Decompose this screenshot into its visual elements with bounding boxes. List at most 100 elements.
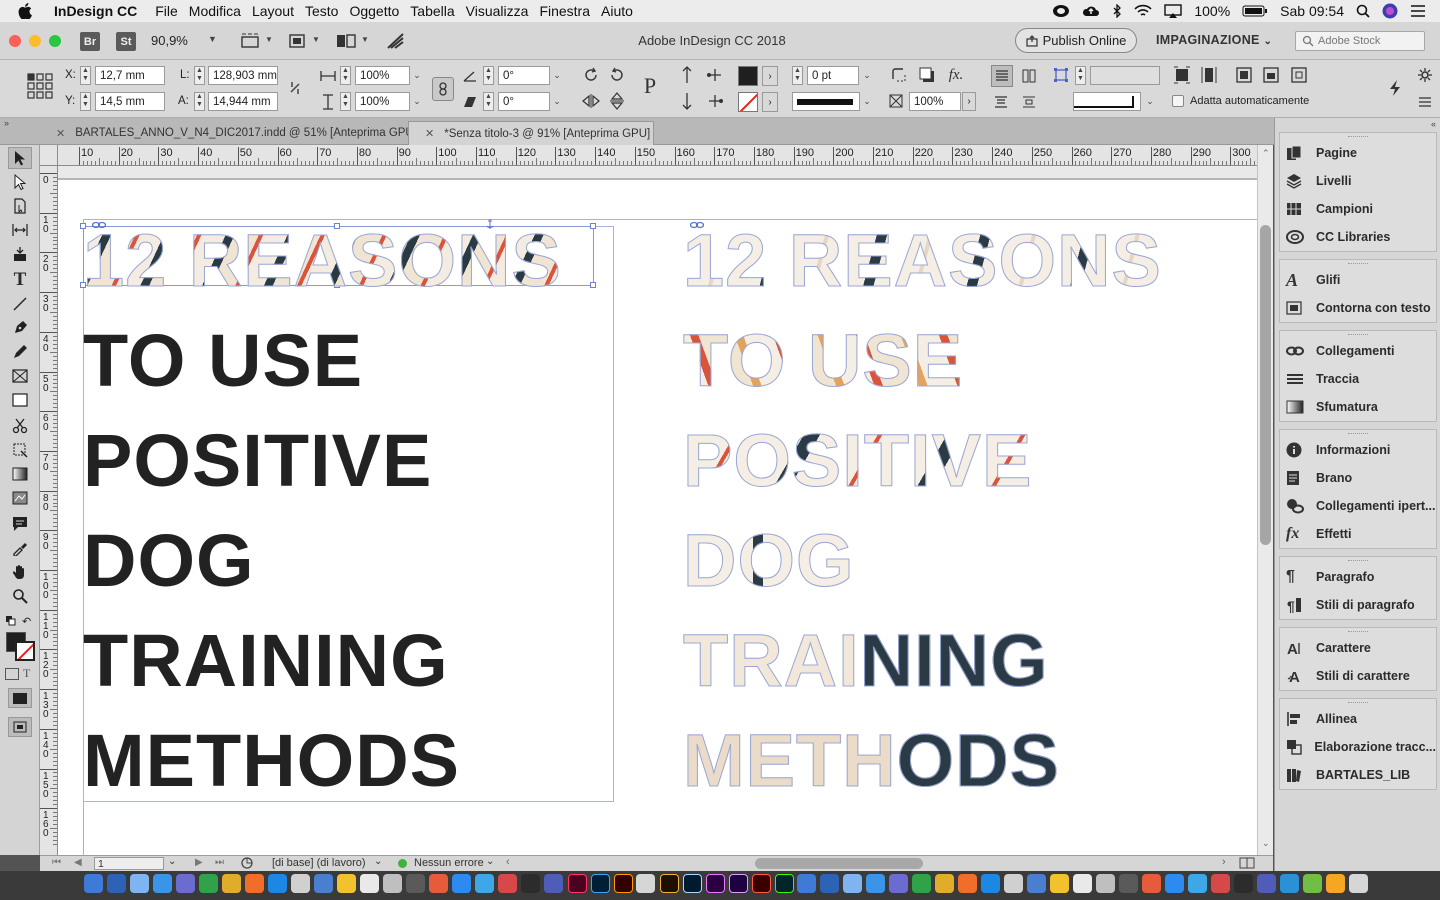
flip-vertical-icon[interactable] (607, 91, 627, 111)
heading-line-3[interactable]: POSITIVE (83, 424, 432, 498)
dock-app-icon[interactable] (1303, 874, 1322, 893)
dock-app-icon[interactable] (912, 874, 931, 893)
dock-app-icon[interactable] (1119, 874, 1138, 893)
quick-apply-icon[interactable] (1385, 78, 1405, 98)
vertical-scrollbar[interactable]: ⌃ ⌄ (1257, 145, 1273, 855)
fitting-field[interactable] (1090, 66, 1160, 85)
panel-item-allinea[interactable]: Allinea (1280, 705, 1436, 733)
frame-fitting-icon[interactable] (1051, 65, 1071, 85)
dock-app-icon[interactable] (452, 874, 471, 893)
document-canvas[interactable]: 12 REASONS TO USE POSITIVE DOG TRAINING … (58, 166, 1257, 855)
x-field[interactable]: 12,7 mm (95, 66, 165, 85)
apply-color-button[interactable] (8, 688, 32, 708)
panel-item-stili-di-carattere[interactable]: A Stili di carattere (1280, 662, 1436, 690)
dock-app-icon[interactable] (1211, 874, 1230, 893)
drop-shadow-icon[interactable] (917, 65, 937, 85)
collapse-toolbox-icon[interactable]: » (4, 118, 9, 128)
creative-cloud-icon[interactable] (1052, 4, 1070, 18)
outline-line-3[interactable]: POSITIVE (682, 423, 1032, 498)
vertical-justify-icon[interactable] (991, 92, 1011, 112)
width-stepper[interactable]: ▲ ▼ (194, 66, 205, 85)
close-tab-icon[interactable]: ✕ (425, 127, 434, 140)
width-field[interactable]: 128,903 mm (208, 66, 278, 85)
stroke-type-dropdown-icon[interactable]: ⌄ (860, 92, 874, 111)
gap-tool-icon[interactable] (8, 219, 32, 241)
heading-line-4[interactable]: DOG (83, 524, 255, 598)
zoom-tool-icon[interactable] (8, 585, 32, 607)
fit-proportionally-icon[interactable] (1234, 65, 1254, 85)
bridge-dock-icon[interactable] (660, 874, 679, 893)
opacity-field[interactable]: 100% (909, 92, 961, 111)
scroll-right-icon[interactable]: › (1222, 856, 1226, 868)
master-dropdown-icon[interactable]: ⌄ (374, 856, 382, 867)
bluetooth-icon[interactable] (1112, 4, 1122, 18)
gradient-feather-tool-icon[interactable] (8, 487, 32, 509)
menu-app-name[interactable]: InDesign CC (54, 3, 137, 19)
clock[interactable]: Sab 09:54 (1280, 3, 1344, 19)
autofit-checkbox[interactable] (1172, 95, 1184, 107)
dock-app-icon[interactable] (498, 874, 517, 893)
panel-item-brano[interactable]: Brano (1280, 464, 1436, 492)
dock-app-icon[interactable] (245, 874, 264, 893)
rectangle-tool-icon[interactable] (8, 389, 32, 411)
constrain-scale-button[interactable] (432, 77, 454, 101)
dock-app-icon[interactable] (314, 874, 333, 893)
close-tab-icon[interactable]: ✕ (56, 127, 65, 140)
reference-point-icon[interactable] (26, 72, 54, 100)
dock-app-icon[interactable] (820, 874, 839, 893)
pen-tool-icon[interactable] (8, 317, 32, 339)
menu-modifica[interactable]: Modifica (189, 3, 241, 19)
adobe-stock-search[interactable]: Adobe Stock (1295, 31, 1425, 51)
note-tool-icon[interactable] (8, 513, 32, 535)
dock-app-icon[interactable] (797, 874, 816, 893)
stroke-weight-field[interactable]: 0 pt (807, 66, 859, 85)
dock-app-icon[interactable] (1050, 874, 1069, 893)
notification-center-icon[interactable] (1410, 5, 1426, 17)
dock-app-icon[interactable] (521, 874, 540, 893)
panel-item-bartales-lib[interactable]: BARTALES_LIB (1280, 761, 1436, 789)
align-left-button[interactable] (991, 65, 1013, 87)
indesign-dock-icon[interactable] (568, 874, 587, 893)
stroke-color-swatch[interactable] (15, 641, 35, 661)
dock-app-icon[interactable] (84, 874, 103, 893)
dock-app-icon[interactable] (1234, 874, 1253, 893)
menu-visualizza[interactable]: Visualizza (466, 3, 529, 19)
type-tool-icon[interactable]: T (8, 269, 32, 291)
panel-item-campioni[interactable]: Campioni (1280, 195, 1436, 223)
swap-colors-icon[interactable]: ↶ (22, 615, 31, 628)
dock-app-icon[interactable] (130, 874, 149, 893)
split-view-icon[interactable] (1239, 857, 1255, 869)
formatting-text-icon[interactable]: T (23, 666, 30, 681)
menu-aiuto[interactable]: Aiuto (601, 3, 633, 19)
vertical-ruler[interactable]: 0 1 0 2 0 3 0 4 0 5 0 6 0 7 0 8 0 9 0 1 0 0 1 1 0 1 … (40, 166, 58, 855)
menu-finestra[interactable]: Finestra (539, 3, 590, 19)
outline-line-5[interactable]: TRAINING (683, 623, 1049, 698)
outline-line-4[interactable]: DOG (683, 523, 855, 598)
dreamweaver-dock-icon[interactable] (775, 874, 794, 893)
panel-item-livelli[interactable]: Livelli (1280, 167, 1436, 195)
selection-tool-icon[interactable] (8, 147, 32, 169)
dock-app-icon[interactable] (1096, 874, 1115, 893)
free-transform-tool-icon[interactable] (8, 439, 32, 461)
horizontal-scroll-thumb[interactable] (755, 858, 923, 869)
first-page-icon[interactable]: ⏮ (52, 857, 61, 868)
next-page-icon[interactable]: ▶ (195, 857, 203, 868)
dock-app-icon[interactable] (935, 874, 954, 893)
stroke-type-select[interactable] (792, 92, 860, 111)
spotlight-icon[interactable] (1356, 4, 1370, 18)
dock-app-icon[interactable] (544, 874, 563, 893)
control-settings-icon[interactable] (1415, 65, 1435, 85)
dock-app-icon[interactable] (199, 874, 218, 893)
scale-x-field[interactable]: 100% (355, 66, 410, 85)
scroll-down-icon[interactable]: ⌄ (1262, 838, 1270, 849)
open-page-icon[interactable] (240, 856, 254, 870)
scroll-up-icon[interactable]: ⌃ (1262, 148, 1270, 159)
fill-dropdown-icon[interactable]: › (762, 66, 778, 86)
dock-app-icon[interactable] (383, 874, 402, 893)
constrain-proportions-icon[interactable] (285, 78, 305, 98)
scale-x-stepper[interactable]: ▲ ▼ (340, 66, 351, 85)
select-container-icon[interactable] (677, 65, 697, 85)
page-tool-icon[interactable] (8, 195, 32, 217)
orientation-p-icon[interactable]: P (636, 70, 664, 102)
dock-app-icon[interactable] (1257, 874, 1276, 893)
